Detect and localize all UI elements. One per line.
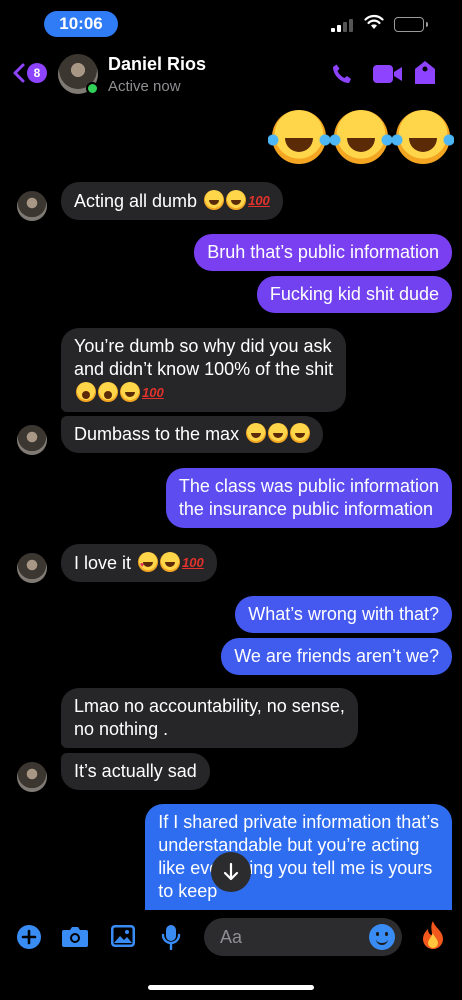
message-bubble[interactable]: Bruh that’s public information: [194, 234, 452, 271]
message-bubble[interactable]: Acting all dumb 100: [61, 182, 283, 220]
sender-avatar[interactable]: [17, 762, 47, 792]
cellular-signal-icon: [331, 18, 355, 32]
video-call-icon[interactable]: [373, 64, 403, 84]
contact-name[interactable]: Daniel Rios: [108, 54, 206, 75]
message-bubble[interactable]: I love it 100: [61, 544, 217, 582]
message-bubble[interactable]: What’s wrong with that?: [235, 596, 452, 633]
message-bubble[interactable]: If I shared private information that’s u…: [145, 804, 452, 912]
joy-emoji: [290, 423, 311, 443]
joy-emoji: [120, 382, 140, 402]
phone-icon[interactable]: [330, 62, 354, 86]
message-bubble[interactable]: You’re dumb so why did you ask and didn’…: [61, 328, 347, 412]
joy-emoji: [246, 423, 267, 443]
tears-of-joy-emoji: [330, 110, 392, 164]
battery-icon: [394, 17, 428, 32]
camera-icon[interactable]: [61, 924, 89, 948]
active-status: Active now: [108, 78, 181, 95]
message-text: I love it: [74, 553, 132, 573]
tears-of-joy-emoji: [268, 110, 330, 164]
joy-emoji: [204, 190, 225, 210]
emoji-icon[interactable]: [369, 924, 395, 950]
image-icon[interactable]: [110, 924, 136, 948]
message-list[interactable]: Acting all dumb 100 Bruh that’s public i…: [0, 102, 462, 912]
joy-emoji: [268, 423, 289, 443]
composer-bar: [0, 910, 462, 1000]
yawning-emoji: [76, 382, 96, 402]
hundred-emoji: 100: [248, 193, 270, 208]
hundred-emoji: 100: [142, 385, 164, 400]
message-bubble[interactable]: It’s actually sad: [61, 753, 210, 790]
wifi-icon: [364, 14, 384, 29]
message-text: You’re dumb so why did you ask and didn’…: [74, 336, 334, 379]
sender-avatar[interactable]: [17, 191, 47, 221]
tag-icon[interactable]: [414, 60, 436, 86]
sender-avatar[interactable]: [17, 553, 47, 583]
online-indicator: [86, 82, 99, 95]
emoji-burst: [268, 110, 454, 164]
message-text: Dumbass to the max: [74, 424, 240, 444]
message-bubble[interactable]: Dumbass to the max: [61, 416, 324, 453]
status-bar: 10:06: [0, 0, 462, 46]
scroll-to-bottom-button[interactable]: [211, 852, 251, 892]
message-bubble[interactable]: Lmao no accountability, no sense, no not…: [61, 688, 358, 748]
home-indicator: [148, 985, 314, 990]
message-bubble[interactable]: The class was public information the ins…: [165, 468, 452, 528]
sender-avatar[interactable]: [17, 425, 47, 455]
plus-icon[interactable]: [16, 924, 42, 950]
chat-header: 8 Daniel Rios Active now: [0, 46, 462, 102]
fire-icon[interactable]: [420, 920, 446, 950]
tears-of-joy-emoji: [392, 110, 454, 164]
message-bubble[interactable]: Fucking kid shit dude: [256, 276, 452, 313]
arrow-down-icon: [223, 862, 239, 881]
hundred-emoji: 100: [182, 555, 204, 570]
unread-count-badge: 8: [27, 63, 47, 83]
microphone-icon[interactable]: [161, 924, 181, 950]
status-time: 10:06: [44, 11, 118, 37]
yawning-emoji: [98, 382, 118, 402]
back-button[interactable]: 8: [12, 62, 47, 84]
joy-emoji: [160, 552, 181, 572]
heart-eyes-emoji: [138, 552, 159, 577]
message-bubble[interactable]: We are friends aren’t we?: [221, 638, 452, 675]
chevron-left-icon: [13, 63, 25, 83]
message-text: Acting all dumb: [74, 191, 198, 211]
joy-emoji: [226, 190, 247, 210]
